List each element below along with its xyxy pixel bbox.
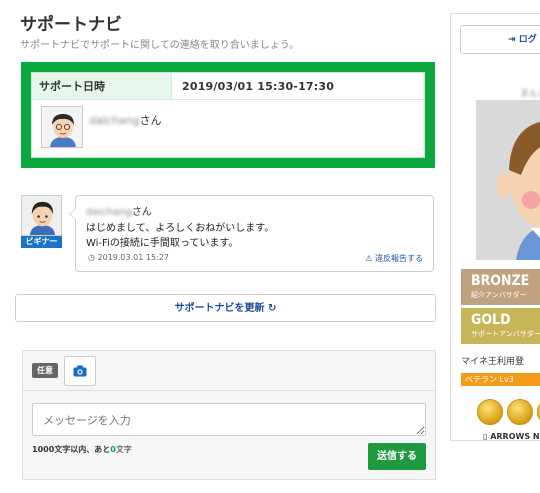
message-author-username: daichang <box>86 207 132 218</box>
supporter-name: daichangさん <box>89 112 162 128</box>
supporter-honorific: さん <box>139 114 162 127</box>
attach-photo-button[interactable] <box>64 355 96 386</box>
medal-icon[interactable] <box>507 399 533 425</box>
message-line-1: はじめまして、よろしくおねがいします。 <box>86 223 275 234</box>
message-input[interactable] <box>32 403 426 436</box>
device-info: ▯ ARROWS NX <box>483 432 540 441</box>
logout-button[interactable]: ⇥ ログ <box>460 25 540 54</box>
avatar[interactable] <box>41 106 83 148</box>
message-author-honorific: さん <box>131 207 152 218</box>
page-subtitle: サポートナビでサポートに関しての連絡を取り合いましょう。 <box>20 40 300 51</box>
bronze-rank-subtitle: 紹介アンバサダー <box>471 291 527 299</box>
support-datetime-value: 2019/03/01 15:30-17:30 <box>182 79 335 93</box>
message-timestamp: ◷ 2019.03.01 15:27 <box>88 253 169 264</box>
support-datetime-label: サポート日時 <box>32 73 172 99</box>
message-author-avatar[interactable]: ビギナー <box>21 195 62 248</box>
sidebar-username: まんま <box>520 89 540 99</box>
support-schedule-box: サポート日時 2019/03/01 15:30-17:30 daichangさん <box>21 62 435 168</box>
support-schedule-inner: サポート日時 2019/03/01 15:30-17:30 daichangさん <box>31 72 425 158</box>
page-title: サポートナビ <box>20 15 122 35</box>
phone-icon: ▯ <box>483 432 488 441</box>
avatar[interactable] <box>476 100 540 260</box>
logout-label: ログ <box>518 35 537 45</box>
refresh-button-label: サポートナビを更新 <box>174 303 265 314</box>
usage-text: マイネ王利用登 <box>461 357 525 367</box>
compose-toolbar: 任意 <box>23 351 435 391</box>
warning-icon: ⚠ <box>365 254 373 263</box>
supporter-username: daichang <box>89 114 140 127</box>
camera-icon <box>73 365 87 376</box>
message-author: daichangさん <box>86 203 423 218</box>
device-name: ARROWS NX <box>490 432 540 441</box>
report-link[interactable]: ⚠ 違反報告する <box>365 253 423 264</box>
refresh-button[interactable]: サポートナビを更新 ↻ <box>15 294 436 322</box>
compose-panel: 任意 1000文字以内、あと0文字 送信する <box>22 350 436 480</box>
refresh-icon: ↻ <box>268 303 277 314</box>
send-button[interactable]: 送信する <box>368 443 426 470</box>
message-timestamp-text: 2019.03.01 15:27 <box>97 253 169 262</box>
user-avatar-icon <box>476 100 540 260</box>
supporter-row: daichangさん <box>32 100 424 154</box>
char-counter-prefix: 1000文字以内、あと <box>32 445 111 454</box>
message-bubble: daichangさん はじめまして、よろしくおねがいします。 Wi-Fiの接続に… <box>69 195 434 272</box>
char-counter: 1000文字以内、あと0文字 <box>32 444 132 455</box>
medal-list <box>477 399 540 425</box>
message-footer: ◷ 2019.03.01 15:27 ⚠ 違反報告する <box>88 253 423 264</box>
gold-rank-subtitle: サポートアンバサダー <box>471 330 540 338</box>
bronze-rank-badge[interactable]: BRONZE 紹介アンバサダー <box>461 269 540 305</box>
report-link-label: 違反報告する <box>375 254 423 263</box>
message-body: はじめまして、よろしくおねがいします。 Wi-Fiの接続に手間取っています。 <box>86 221 423 251</box>
medal-icon[interactable] <box>477 399 503 425</box>
support-datetime-row: サポート日時 2019/03/01 15:30-17:30 <box>32 73 424 100</box>
optional-tag: 任意 <box>32 363 58 378</box>
gold-rank-title: GOLD <box>471 312 511 328</box>
char-counter-suffix: 文字 <box>115 445 132 454</box>
user-sidebar: ⇥ ログ まんま BRONZE 紹介アンバサダー GOLD サポートアンバサダー… <box>450 13 540 441</box>
veteran-level-badge: ベテラン Lv3 <box>461 373 540 386</box>
user-avatar-icon <box>22 196 61 235</box>
beginner-badge: ビギナー <box>21 236 62 248</box>
user-avatar-icon <box>42 107 82 147</box>
clock-icon: ◷ <box>88 253 95 262</box>
gold-rank-badge[interactable]: GOLD サポートアンバサダー <box>461 308 540 344</box>
message-line-2: Wi-Fiの接続に手間取っています。 <box>86 238 239 249</box>
logout-icon: ⇥ <box>508 35 516 45</box>
avatar <box>21 195 62 236</box>
bronze-rank-title: BRONZE <box>471 273 530 289</box>
